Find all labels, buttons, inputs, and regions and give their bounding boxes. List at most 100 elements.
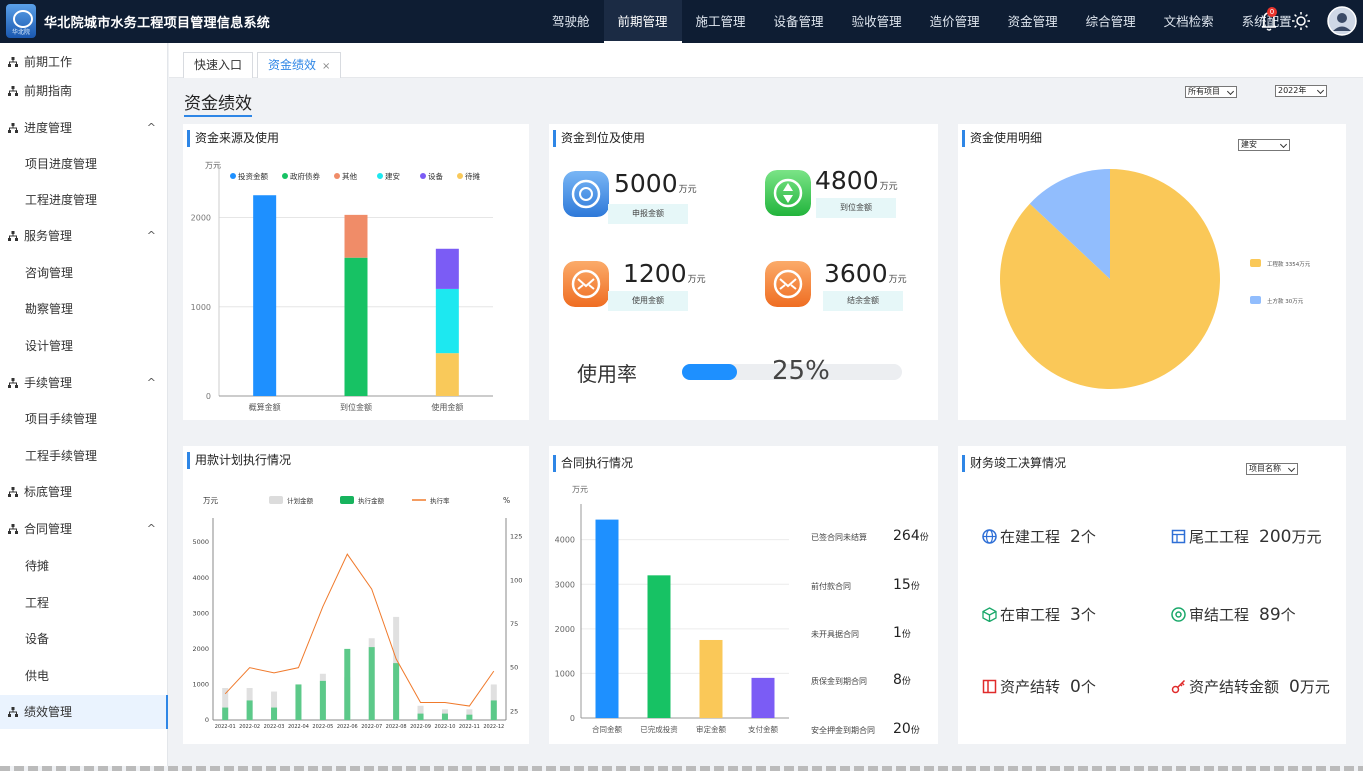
exec-bar[interactable] bbox=[368, 647, 375, 720]
payment-plan-panel: 用款计划执行情况 万元% 计划金额 执行金额 执行率 0 1000 2000 3000 4000… bbox=[183, 446, 529, 744]
sidebar-item-4[interactable]: 工程进度管理 bbox=[0, 183, 168, 217]
sidebar-item-15[interactable]: 工程 bbox=[0, 586, 168, 620]
stat-unit: 万元 bbox=[687, 275, 706, 285]
sidebar-item-8[interactable]: 设计管理 bbox=[0, 329, 168, 363]
bar-segment[interactable] bbox=[435, 248, 459, 289]
legend-item[interactable]: 设备 bbox=[420, 171, 443, 181]
nav-item-0[interactable]: 驾驶舱 bbox=[538, 0, 604, 43]
nav-item-2[interactable]: 施工管理 bbox=[682, 0, 760, 43]
bar-segment[interactable] bbox=[435, 288, 459, 354]
sidebar-item-label: 勘察管理 bbox=[25, 302, 74, 316]
sidebar-item-13[interactable]: 合同管理 ^ bbox=[0, 512, 168, 546]
sidebar-item-label: 项目进度管理 bbox=[25, 157, 98, 171]
project-name-select[interactable]: 项目名称 bbox=[1246, 463, 1298, 475]
sidebar-item-14[interactable]: 待摊 bbox=[0, 549, 168, 583]
legend-item[interactable]: 工程款 3354万元 bbox=[1250, 259, 1311, 268]
chevron-up-icon[interactable]: ^ bbox=[147, 512, 156, 546]
stat-unit: 万元 bbox=[678, 185, 697, 195]
chevron-up-icon[interactable]: ^ bbox=[147, 366, 156, 400]
y-tick-label: 2000 bbox=[555, 625, 575, 634]
sidebar-item-5[interactable]: 服务管理 ^ bbox=[0, 219, 168, 253]
nav-item-8[interactable]: 文档检索 bbox=[1150, 0, 1228, 43]
contract-bar[interactable] bbox=[647, 575, 671, 718]
left-axis-unit: 万元 bbox=[203, 496, 218, 505]
close-icon[interactable]: × bbox=[322, 61, 330, 72]
sidebar-item-label: 进度管理 bbox=[24, 121, 73, 135]
x-tick-label: 合同金额 bbox=[592, 724, 622, 734]
contract-chart: 万元 0 1000 2000 3000 4000 合同金额 已完成投资 审定金额 支付金额 bbox=[555, 485, 789, 734]
usage-rate-value: 25% bbox=[772, 356, 830, 386]
sidebar-item-18[interactable]: 绩效管理 bbox=[0, 695, 168, 729]
exec-bar[interactable] bbox=[441, 713, 448, 720]
exec-bar[interactable] bbox=[222, 707, 229, 720]
sidebar-item-17[interactable]: 供电 bbox=[0, 659, 168, 693]
exec-bar[interactable] bbox=[393, 663, 400, 720]
item-value: 89个 bbox=[1259, 605, 1296, 625]
contract-bar[interactable] bbox=[751, 677, 775, 718]
bar-segment[interactable] bbox=[344, 214, 368, 258]
legend-item[interactable]: 执行率 bbox=[412, 496, 450, 505]
chevron-up-icon[interactable]: ^ bbox=[147, 111, 156, 145]
sidebar-item-2[interactable]: 进度管理 ^ bbox=[0, 111, 168, 145]
exec-bar[interactable] bbox=[319, 680, 326, 720]
nav-item-7[interactable]: 综合管理 bbox=[1072, 0, 1150, 43]
nav-item-5[interactable]: 造价管理 bbox=[916, 0, 994, 43]
exec-bar[interactable] bbox=[417, 713, 424, 720]
legend-item[interactable]: 其他 bbox=[334, 171, 357, 181]
legend-item[interactable]: 执行金额 bbox=[340, 496, 385, 505]
legend-item[interactable]: 待摊 bbox=[457, 171, 480, 181]
exec-bar[interactable] bbox=[490, 700, 497, 720]
legend-item[interactable]: 建安 bbox=[377, 171, 400, 181]
sidebar-item-11[interactable]: 工程手续管理 bbox=[0, 439, 168, 473]
exec-bar[interactable] bbox=[466, 714, 473, 720]
bar-segment[interactable] bbox=[253, 195, 277, 396]
bar-segment[interactable] bbox=[435, 353, 459, 396]
sidebar-item-1[interactable]: 前期指南 bbox=[0, 74, 168, 108]
transfer-icon bbox=[765, 170, 811, 216]
legend-item[interactable]: 投资金额 bbox=[230, 171, 268, 181]
exec-bar[interactable] bbox=[246, 700, 253, 720]
exec-rate-line[interactable] bbox=[224, 553, 495, 707]
nav-item-1[interactable]: 前期管理 bbox=[603, 0, 682, 43]
contract-bar[interactable] bbox=[595, 519, 619, 718]
x-tick-label: 2022-07 bbox=[361, 724, 382, 730]
contract-bar[interactable] bbox=[699, 639, 723, 718]
exec-bar[interactable] bbox=[271, 707, 278, 720]
y-tick-label: 0 bbox=[206, 392, 211, 401]
sidebar-item-label: 设备 bbox=[25, 632, 50, 646]
chevron-up-icon[interactable]: ^ bbox=[147, 219, 156, 253]
x-tick-label: 2022-02 bbox=[239, 724, 260, 730]
legend-label: 待摊 bbox=[465, 171, 480, 181]
tab-quick-entry[interactable]: 快速入口 bbox=[183, 52, 254, 78]
sidebar-item-label: 前期工作 bbox=[24, 55, 73, 69]
sidebar-item-7[interactable]: 勘察管理 bbox=[0, 292, 168, 326]
final-accounts-item: 资产结转 0个 bbox=[982, 676, 1096, 700]
sidebar-item-16[interactable]: 设备 bbox=[0, 622, 168, 656]
project-filter-select[interactable]: 所有项目 bbox=[1185, 86, 1237, 98]
sidebar-item-6[interactable]: 咨询管理 bbox=[0, 256, 168, 290]
legend-item[interactable]: 政府债券 bbox=[282, 171, 320, 181]
sidebar-item-9[interactable]: 手续管理 ^ bbox=[0, 366, 168, 400]
item-value: 2个 bbox=[1070, 527, 1096, 547]
year-filter-select[interactable]: 2022年 bbox=[1275, 85, 1327, 97]
legend-item[interactable]: 计划金额 bbox=[269, 496, 314, 505]
exec-bar[interactable] bbox=[344, 648, 351, 720]
sidebar-item-10[interactable]: 项目手续管理 bbox=[0, 402, 168, 436]
bar-segment[interactable] bbox=[344, 257, 368, 396]
user-avatar[interactable] bbox=[1327, 6, 1357, 36]
y2-tick-label: 75 bbox=[510, 620, 518, 628]
stat-unit: 份 bbox=[910, 582, 920, 592]
app-title: 华北院城市水务工程项目管理信息系统 bbox=[44, 16, 271, 31]
theme-sun-icon[interactable] bbox=[1288, 8, 1314, 34]
sidebar-item-3[interactable]: 项目进度管理 bbox=[0, 147, 168, 181]
nav-item-3[interactable]: 设备管理 bbox=[760, 0, 838, 43]
sidebar-item-label: 手续管理 bbox=[24, 376, 73, 390]
exec-bar[interactable] bbox=[295, 684, 302, 720]
legend-marker bbox=[282, 173, 288, 179]
sidebar-item-12[interactable]: 标底管理 bbox=[0, 475, 168, 509]
nav-item-4[interactable]: 验收管理 bbox=[838, 0, 916, 43]
nav-item-6[interactable]: 资金管理 bbox=[994, 0, 1072, 43]
tab-fund-performance[interactable]: 资金绩效 × bbox=[257, 52, 342, 78]
legend-item[interactable]: 土方款 30万元 bbox=[1250, 296, 1304, 305]
stat-value: 0 bbox=[1070, 677, 1081, 697]
